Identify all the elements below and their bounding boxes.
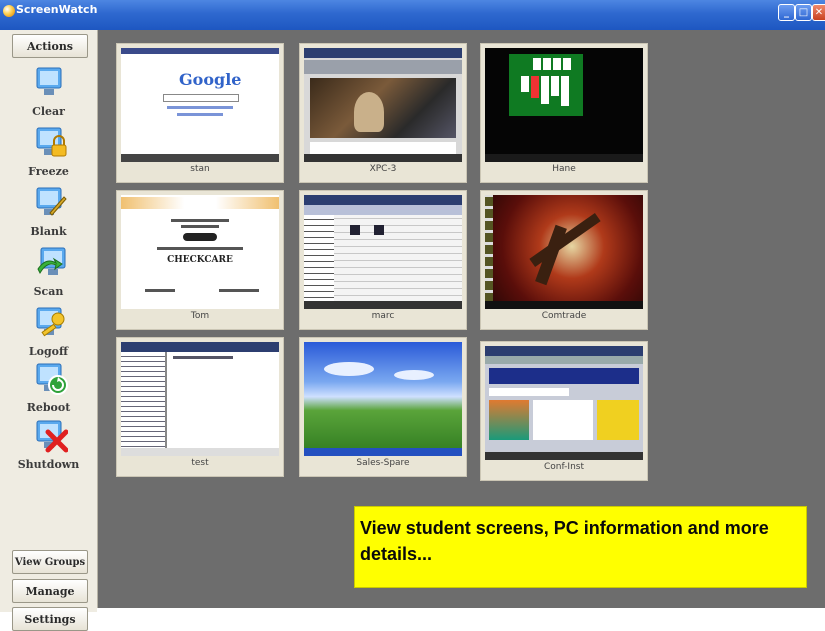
screen-thumbnail-conf-inst[interactable]: Conf-Inst	[480, 341, 648, 481]
screen-thumbnail-hane[interactable]: Hane	[480, 43, 648, 183]
checkcare-text: CHECKCARE	[167, 255, 233, 265]
manage-button[interactable]: Manage	[12, 579, 88, 603]
close-button[interactable]: ✕	[812, 4, 825, 21]
sidebar: Actions Clear Freeze Blank Scan Logoff R…	[0, 30, 98, 631]
screen-preview	[304, 195, 462, 309]
monitor-reboot-icon	[36, 363, 68, 395]
thumbnail-caption: test	[191, 458, 209, 468]
screen-thumbnail-sales-spare[interactable]: Sales-Spare	[299, 337, 467, 477]
logoff-action[interactable]: Logoff	[0, 307, 97, 365]
window-title: ScreenWatch	[16, 3, 98, 16]
actions-button[interactable]: Actions	[12, 34, 88, 58]
monitor-shutdown-icon	[36, 420, 68, 453]
status-bar	[97, 608, 825, 629]
blank-action[interactable]: Blank	[0, 187, 97, 245]
thumbnail-caption: XPC-3	[369, 164, 397, 174]
thumbnail-caption: marc	[371, 311, 395, 321]
thumbnail-caption: Conf-Inst	[544, 462, 584, 472]
monitor-clear-icon	[36, 67, 62, 95]
action-label: Logoff	[28, 345, 69, 358]
clear-action[interactable]: Clear	[0, 67, 97, 125]
screenwatch-window: ScreenWatch _ □ ✕ Actions Clear Freeze B…	[0, 0, 825, 631]
action-label: Scan	[33, 285, 64, 298]
google-logo: Google	[179, 70, 242, 89]
screen-thumbnail-test[interactable]: test	[116, 337, 284, 477]
monitor-lock-icon	[36, 127, 67, 157]
settings-button[interactable]: Settings	[12, 607, 88, 631]
thumbnail-caption: Sales-Spare	[356, 458, 410, 468]
action-label: Reboot	[26, 401, 71, 414]
scan-action[interactable]: Scan	[0, 247, 97, 305]
screen-thumbnail-stan[interactable]: Google stan	[116, 43, 284, 183]
title-bar: ScreenWatch _ □ ✕	[0, 0, 825, 30]
thumbnail-caption: stan	[190, 164, 210, 174]
maximize-button[interactable]: □	[795, 4, 812, 21]
screen-preview	[304, 48, 462, 162]
info-callout: View student screens, PC information and…	[354, 506, 807, 588]
screen-thumbnail-comtrade[interactable]: Comtrade	[480, 190, 648, 330]
screen-preview: Google	[121, 48, 279, 162]
action-label: Freeze	[28, 165, 69, 178]
shutdown-action[interactable]: Shutdown	[0, 420, 97, 478]
reboot-action[interactable]: Reboot	[0, 363, 97, 421]
screen-preview	[304, 342, 462, 456]
action-label: Blank	[30, 225, 67, 238]
app-icon	[3, 5, 15, 17]
thumbnail-caption: Tom	[190, 311, 210, 321]
minimize-button[interactable]: _	[778, 4, 795, 21]
screen-thumbnail-xpc-3[interactable]: XPC-3	[299, 43, 467, 183]
screen-preview	[485, 346, 643, 460]
thumbnail-caption: Hane	[552, 164, 576, 174]
thumbnail-caption: Comtrade	[541, 311, 587, 321]
screen-thumbnail-marc[interactable]: marc	[299, 190, 467, 330]
screen-preview	[121, 342, 279, 456]
monitor-key-icon	[36, 307, 65, 337]
action-label: Clear	[32, 105, 65, 118]
action-label: Shutdown	[17, 458, 80, 471]
screen-preview	[485, 48, 643, 162]
screen-thumbnail-tom[interactable]: CHECKCARE Tom	[116, 190, 284, 330]
monitor-scan-icon	[37, 247, 66, 275]
monitor-blank-icon	[36, 187, 67, 216]
screen-preview	[485, 195, 643, 309]
screen-preview: CHECKCARE	[121, 195, 279, 309]
view-groups-button[interactable]: View Groups	[12, 550, 88, 574]
freeze-action[interactable]: Freeze	[0, 127, 97, 185]
